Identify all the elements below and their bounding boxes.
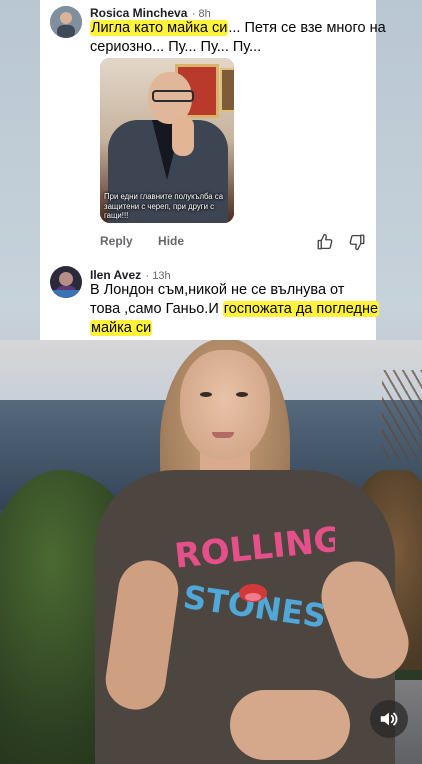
highlighted-text: майка си: [90, 320, 153, 336]
comment-author[interactable]: Ilen Avez: [90, 268, 141, 282]
comment-text: В Лондон съм,никой не се вълнува от това…: [90, 281, 380, 338]
highlighted-text: госпожата да погледне: [222, 301, 380, 317]
speaker-icon: [380, 712, 398, 726]
reply-button[interactable]: Reply: [100, 234, 133, 248]
print-line1: ROLLING: [173, 519, 335, 576]
avatar[interactable]: [50, 6, 82, 38]
comment-text-line1: В Лондон съм,никой не се вълнува от: [90, 282, 345, 298]
tshirt-print: ROLLING STONES: [165, 505, 344, 655]
avatar-image: [50, 266, 82, 298]
image-caption: При едни главните полукълба са защитени …: [104, 192, 224, 220]
volume-button[interactable]: [370, 700, 408, 738]
avatar[interactable]: [50, 266, 82, 298]
tshirt-print-graphic: ROLLING STONES: [173, 519, 344, 635]
highlighted-text: Лигла като майка си: [90, 20, 229, 36]
comment-actions: Reply Hide: [100, 234, 184, 248]
comment-text-plain: това ,само Ганьо.И: [90, 301, 223, 317]
hide-button[interactable]: Hide: [158, 234, 184, 248]
glasses: [152, 90, 194, 102]
thumbs-up-icon: [317, 233, 333, 250]
mouth: [212, 432, 234, 438]
dislike-button[interactable]: [348, 233, 366, 251]
tree-branches: [382, 370, 422, 460]
comment-image[interactable]: При едни главните полукълба са защитени …: [100, 58, 234, 223]
tongue-inner: [245, 593, 261, 601]
comment-text-line2: сериозно... Пу... Пу... Пу...: [90, 39, 262, 55]
painting: [220, 68, 234, 112]
comment-author[interactable]: Rosica Mincheva: [90, 6, 187, 20]
thumbs-down-icon: [349, 234, 365, 251]
woman-face: [180, 350, 270, 460]
comment-text: Лигла като майка си... Петя се взе много…: [90, 19, 386, 57]
hands: [230, 690, 350, 760]
comments-card: Rosica Mincheva · 8h Лигла като майка си…: [40, 0, 386, 340]
comment-text-rest: ... Петя се взе много на: [228, 20, 386, 36]
eye-left: [200, 392, 212, 397]
like-button[interactable]: [316, 233, 334, 251]
man-hand: [172, 116, 194, 156]
eye-right: [236, 392, 248, 397]
avatar-image: [50, 6, 82, 38]
